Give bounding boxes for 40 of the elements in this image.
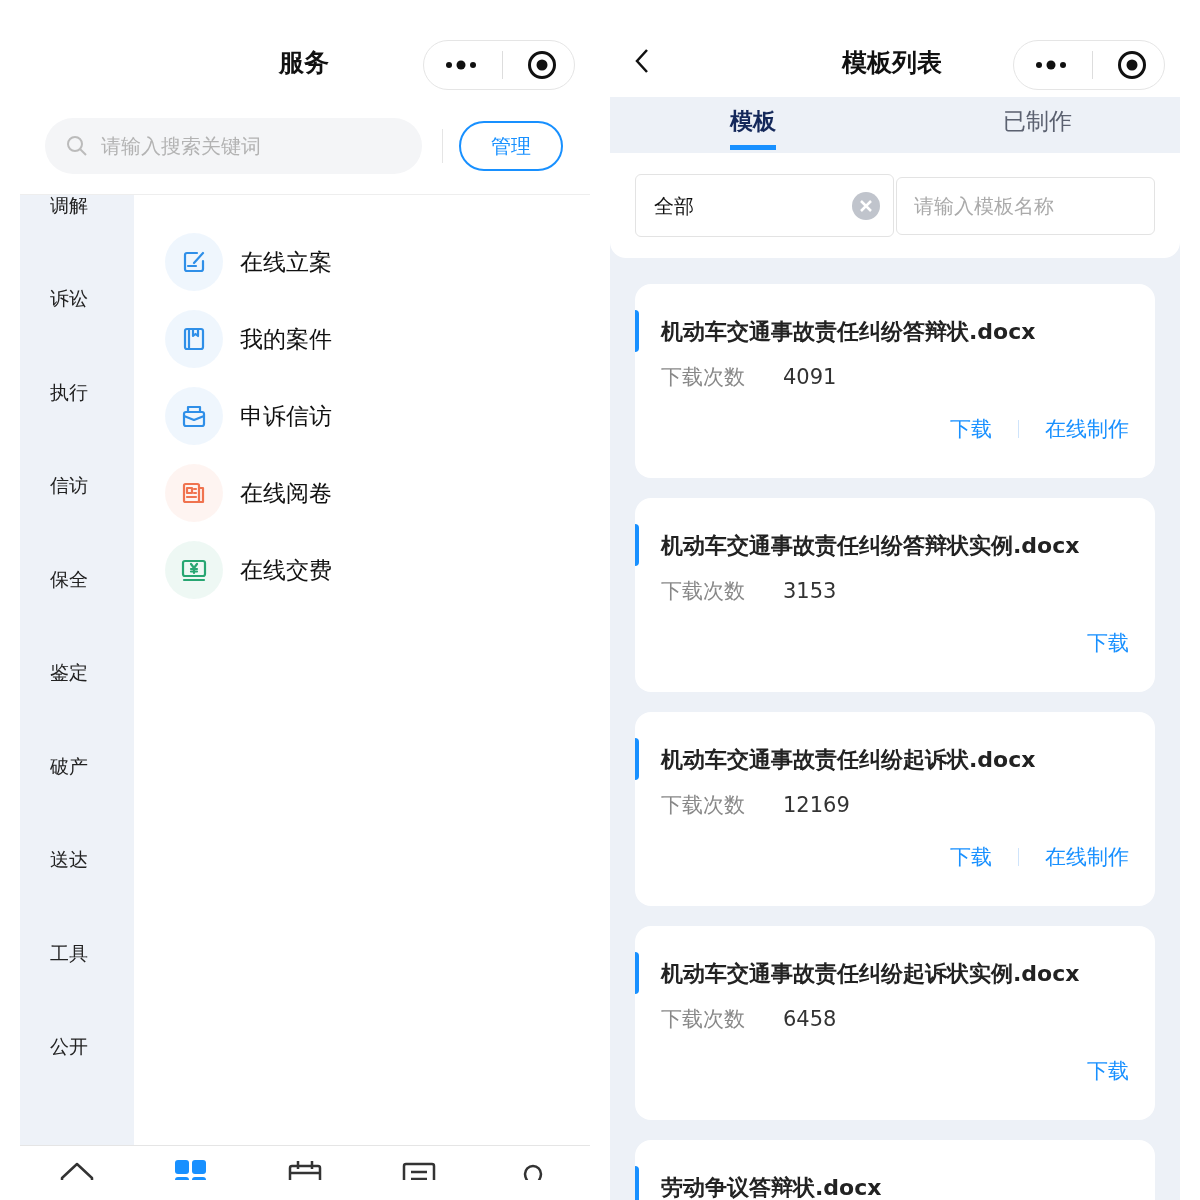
target-icon[interactable]: [527, 50, 557, 80]
category-item[interactable]: 工具: [50, 938, 88, 967]
template-title[interactable]: 机动车交通事故责任纠纷答辩状实例.docx: [661, 528, 1080, 562]
more-icon[interactable]: [444, 60, 478, 70]
download-count: 4091: [783, 364, 837, 391]
download-count-label: 下载次数: [661, 364, 745, 391]
service-item[interactable]: 申诉信访: [240, 398, 332, 434]
template-title[interactable]: 劳动争议答辩状.docx: [661, 1170, 882, 1200]
search-icon: [65, 133, 89, 158]
template-title[interactable]: 机动车交通事故责任纠纷答辩状.docx: [661, 314, 1036, 348]
service-item[interactable]: 在线立案: [240, 244, 332, 280]
category-item[interactable]: 调解: [50, 195, 88, 219]
template-title[interactable]: 机动车交通事故责任纠纷起诉状实例.docx: [661, 956, 1080, 990]
category-item[interactable]: 保全: [50, 564, 88, 593]
template-title[interactable]: 机动车交通事故责任纠纷起诉状.docx: [661, 742, 1036, 776]
more-icon[interactable]: [1034, 60, 1068, 70]
category-item[interactable]: 破产: [50, 751, 88, 780]
template-name-field[interactable]: 请输入模板名称: [896, 177, 1155, 235]
category-item[interactable]: 送达: [50, 845, 88, 874]
page-title: 模板列表: [842, 47, 942, 79]
category-item[interactable]: 执行: [50, 377, 88, 406]
category-item[interactable]: 公开: [50, 1032, 88, 1061]
category-item[interactable]: 鉴定: [50, 658, 88, 687]
download-count: 6458: [783, 1006, 837, 1033]
back-icon[interactable]: [634, 48, 650, 74]
category-item[interactable]: 诉讼: [50, 284, 88, 313]
category-item[interactable]: 信访: [50, 471, 88, 500]
service-item[interactable]: 在线阅卷: [240, 475, 332, 511]
category-select[interactable]: 全部: [635, 174, 894, 237]
download-count: 3153: [783, 578, 837, 605]
download-count: 12169: [783, 792, 850, 819]
service-item[interactable]: 我的案件: [240, 321, 332, 357]
download-count-label: 下载次数: [661, 578, 745, 605]
tab[interactable]: 已制作: [895, 97, 1180, 153]
target-icon[interactable]: [1117, 50, 1147, 80]
service-item[interactable]: 在线交费: [240, 552, 332, 588]
download-count-label: 下载次数: [661, 792, 745, 819]
page-title: 服务: [279, 47, 329, 79]
download-count-label: 下载次数: [661, 1006, 745, 1033]
search-field[interactable]: 请输入搜索关键词: [45, 117, 422, 174]
